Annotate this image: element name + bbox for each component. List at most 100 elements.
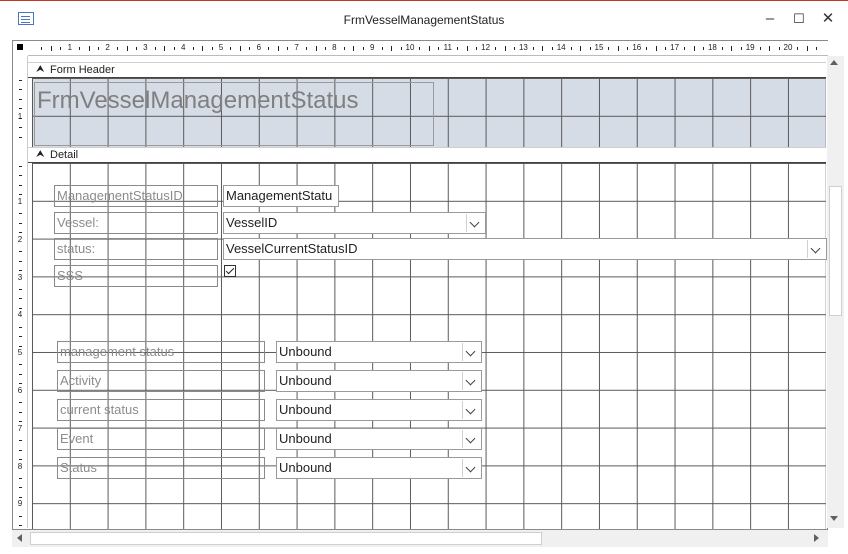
- ruler-number: 4: [15, 310, 25, 320]
- form-selector[interactable]: [14, 41, 26, 53]
- ruler-tick: [19, 421, 22, 423]
- activity-label[interactable]: Activity: [57, 370, 265, 392]
- vessel-combobox-value: VesselID: [226, 215, 278, 230]
- vessel-combobox[interactable]: VesselID: [223, 212, 486, 234]
- ruler-number: 11: [443, 43, 452, 52]
- close-button[interactable]: ✕: [814, 8, 842, 30]
- managementstatusid-label[interactable]: ManagementStatusID: [54, 185, 218, 207]
- ruler-tick: [19, 345, 22, 347]
- ruler-number: 2: [105, 43, 110, 52]
- ruler-tick: [806, 46, 808, 51]
- detail-label: Detail: [50, 149, 79, 161]
- ruler-tick: [693, 46, 695, 51]
- ruler-tick: [239, 46, 241, 51]
- ruler-number: 10: [405, 43, 415, 52]
- chevron-down-icon[interactable]: [462, 430, 480, 448]
- current-status-value: Unbound: [279, 402, 332, 417]
- minimize-button[interactable]: –: [756, 8, 784, 30]
- ruler-tick: [646, 47, 648, 50]
- activity-value: Unbound: [279, 373, 332, 388]
- ruler-tick: [731, 46, 733, 51]
- form-title-label[interactable]: FrmVesselManagementStatus: [34, 82, 434, 146]
- horizontal-scroll-thumb[interactable]: [30, 532, 542, 545]
- ruler-number: 4: [180, 43, 186, 52]
- ruler-tick: [154, 47, 156, 50]
- status-unbound-label[interactable]: Status: [57, 457, 265, 479]
- collapse-icon: ⮝: [36, 64, 45, 75]
- ruler-tick: [19, 525, 22, 527]
- ruler-tick: [627, 47, 629, 50]
- ruler-tick: [19, 477, 22, 479]
- ruler-number: 13: [518, 43, 528, 52]
- ruler-tick: [41, 47, 43, 50]
- form-header-bar[interactable]: ⮝ Form Header: [28, 62, 826, 78]
- ruler-tick: [504, 46, 506, 51]
- ruler-number: 8: [332, 43, 337, 52]
- ruler-tick: [19, 98, 22, 100]
- ruler-number: 8: [15, 461, 25, 471]
- ruler-tick: [589, 47, 591, 50]
- status-label[interactable]: status:: [54, 238, 218, 260]
- ruler-tick: [19, 194, 22, 196]
- ruler-tick: [19, 184, 22, 186]
- ruler-tick: [19, 307, 22, 309]
- ruler-tick: [50, 46, 52, 51]
- ruler-tick: [19, 336, 22, 338]
- ruler-tick: [135, 47, 137, 50]
- scroll-up-icon[interactable]: [830, 60, 838, 65]
- ruler-tick: [476, 47, 478, 50]
- horizontal-ruler[interactable]: 1 2 3 4 5 6 7 8 9 10 11 12 13 14 15 16 17 18 19 20: [28, 41, 828, 56]
- ruler-tick: [126, 46, 128, 51]
- ruler-tick: [19, 166, 22, 167]
- ruler-tick: [438, 47, 440, 50]
- ruler-tick: [391, 46, 393, 51]
- ruler-number: 3: [15, 272, 25, 282]
- ruler-tick: [778, 47, 780, 50]
- ruler-tick: [19, 232, 22, 234]
- ruler-tick: [617, 46, 619, 51]
- vertical-scroll-thumb[interactable]: [829, 186, 842, 316]
- event-label[interactable]: Event: [57, 428, 265, 450]
- detail-bar[interactable]: ⮝ Detail: [28, 147, 826, 163]
- ruler-tick: [428, 46, 430, 51]
- sss-label[interactable]: SSS: [54, 265, 218, 287]
- status-combobox[interactable]: VesselCurrentStatusID: [223, 238, 827, 260]
- status-unbound-combobox[interactable]: Unbound: [276, 457, 482, 479]
- chevron-down-icon[interactable]: [462, 459, 480, 477]
- chevron-down-icon[interactable]: [462, 343, 480, 361]
- management-status-label[interactable]: management status: [57, 341, 265, 363]
- ruler-number: 18: [707, 43, 717, 52]
- ruler-tick: [60, 47, 62, 50]
- vessel-label[interactable]: Vessel:: [54, 212, 218, 234]
- ruler-tick: [268, 47, 270, 50]
- chevron-down-icon[interactable]: [462, 401, 480, 419]
- ruler-tick: [19, 80, 22, 81]
- maximize-button[interactable]: ☐: [785, 8, 813, 30]
- scroll-right-icon[interactable]: [814, 534, 819, 542]
- ruler-tick: [164, 46, 166, 51]
- management-status-combobox[interactable]: Unbound: [276, 341, 482, 363]
- activity-combobox[interactable]: Unbound: [276, 370, 482, 392]
- ruler-number: 6: [256, 43, 262, 52]
- ruler-tick: [19, 127, 22, 129]
- managementstatusid-textbox[interactable]: ManagementStatu: [223, 185, 339, 207]
- event-combobox[interactable]: Unbound: [276, 428, 482, 450]
- scroll-down-icon[interactable]: [830, 516, 838, 521]
- chevron-down-icon[interactable]: [466, 214, 484, 232]
- ruler-tick: [211, 47, 213, 50]
- vertical-ruler[interactable]: 1 1 2 3 4 5 6 7 8 9: [13, 56, 28, 528]
- ruler-tick: [702, 47, 704, 50]
- ruler-tick: [759, 47, 761, 50]
- chevron-down-icon[interactable]: [462, 372, 480, 390]
- current-status-label[interactable]: current status: [57, 399, 265, 421]
- ruler-tick: [306, 47, 308, 50]
- ruler-tick: [457, 47, 459, 50]
- ruler-tick: [19, 213, 22, 215]
- ruler-tick: [173, 47, 175, 50]
- management-status-value: Unbound: [279, 344, 332, 359]
- chevron-down-icon[interactable]: [807, 240, 825, 258]
- current-status-combobox[interactable]: Unbound: [276, 399, 482, 421]
- scroll-left-icon[interactable]: [17, 534, 22, 542]
- sss-checkbox[interactable]: [224, 265, 236, 277]
- ruler-tick: [19, 449, 22, 451]
